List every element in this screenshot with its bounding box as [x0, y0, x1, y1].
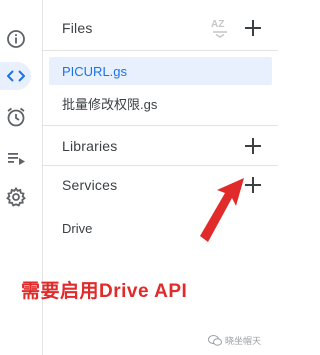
services-divider [43, 165, 278, 166]
add-library-button[interactable] [244, 137, 262, 155]
alarm-icon[interactable] [4, 105, 28, 129]
annotation-text: 需要启用Drive API [21, 281, 188, 302]
service-item-drive[interactable]: Drive [62, 221, 92, 236]
plus-icon [245, 20, 261, 36]
sort-az-label: AZ [211, 19, 224, 30]
watermark: 晓坐帽天 [208, 334, 261, 347]
libraries-header: Libraries [43, 131, 278, 161]
libraries-title: Libraries [62, 138, 118, 154]
executions-icon[interactable] [4, 146, 28, 170]
file-name: 批量修改权限.gs [62, 96, 158, 112]
files-title: Files [62, 20, 93, 36]
code-icon[interactable] [4, 64, 28, 88]
wechat-icon [208, 335, 222, 346]
file-name: PICURL.gs [62, 63, 128, 79]
red-arrow-annotation [200, 178, 244, 242]
watermark-text: 晓坐帽天 [225, 336, 262, 346]
settings-icon[interactable] [4, 185, 28, 209]
files-divider [43, 50, 278, 51]
info-icon[interactable] [4, 27, 28, 51]
add-file-button[interactable] [244, 19, 262, 37]
sort-az-icon[interactable]: AZ [210, 17, 232, 39]
libraries-divider [43, 125, 278, 126]
services-title: Services [62, 177, 118, 193]
apps-script-editor: Files AZ PICURL.gs 批量修改权限.gs Libraries S… [0, 0, 278, 355]
file-item-batch-permissions[interactable]: 批量修改权限.gs [49, 89, 272, 117]
plus-icon [245, 138, 261, 154]
file-item-picurl[interactable]: PICURL.gs [49, 57, 272, 85]
files-header: Files AZ [43, 13, 278, 43]
